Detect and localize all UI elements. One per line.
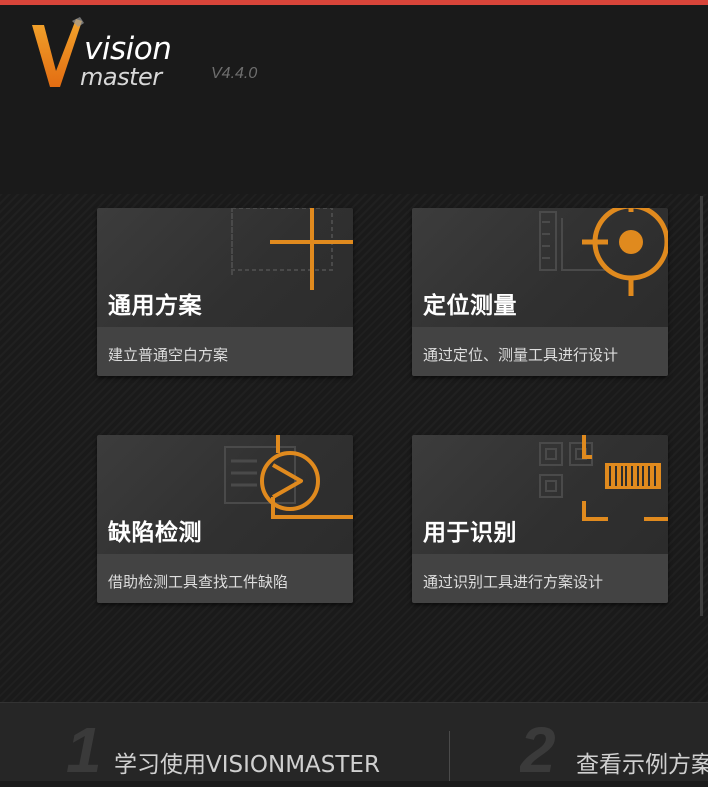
app-logo: vision master xyxy=(28,17,188,93)
v-logo-icon xyxy=(32,17,84,87)
card-positioning-measurement[interactable]: 定位测量 通过定位、测量工具进行设计 xyxy=(412,208,668,376)
bottom-guide-bar: 1 学习使用VISIONMASTER 2 查看示例方案 xyxy=(0,702,708,786)
scrollbar[interactable] xyxy=(700,196,703,616)
step-learn-visionmaster[interactable]: 1 学习使用VISIONMASTER xyxy=(60,703,440,786)
card-defect-inspection[interactable]: 缺陷检测 借助检测工具查找工件缺陷 xyxy=(97,435,353,603)
logo-vision-text: vision xyxy=(84,31,172,67)
card-title: 用于识别 xyxy=(423,520,517,546)
header: vision master V4.4.0 xyxy=(0,5,708,194)
card-title: 定位测量 xyxy=(423,293,517,319)
step-label: 学习使用VISIONMASTER xyxy=(114,752,380,778)
card-recognition[interactable]: 用于识别 通过识别工具进行方案设计 xyxy=(412,435,668,603)
step-number: 1 xyxy=(66,714,102,786)
card-title: 缺陷检测 xyxy=(108,520,202,546)
card-description: 通过识别工具进行方案设计 xyxy=(423,573,604,591)
card-description: 通过定位、测量工具进行设计 xyxy=(423,346,619,364)
card-description: 建立普通空白方案 xyxy=(108,346,229,364)
step-divider xyxy=(449,731,450,781)
version-label: V4.4.0 xyxy=(211,65,258,82)
step-view-examples[interactable]: 2 查看示例方案 xyxy=(520,703,708,781)
card-description: 借助检测工具查找工件缺陷 xyxy=(108,573,289,591)
card-title: 通用方案 xyxy=(108,293,202,319)
logo-master-text: master xyxy=(80,63,162,91)
step-label: 查看示例方案 xyxy=(576,752,708,778)
card-general-solution[interactable]: 通用方案 建立普通空白方案 xyxy=(97,208,353,376)
step-number: 2 xyxy=(520,714,556,781)
